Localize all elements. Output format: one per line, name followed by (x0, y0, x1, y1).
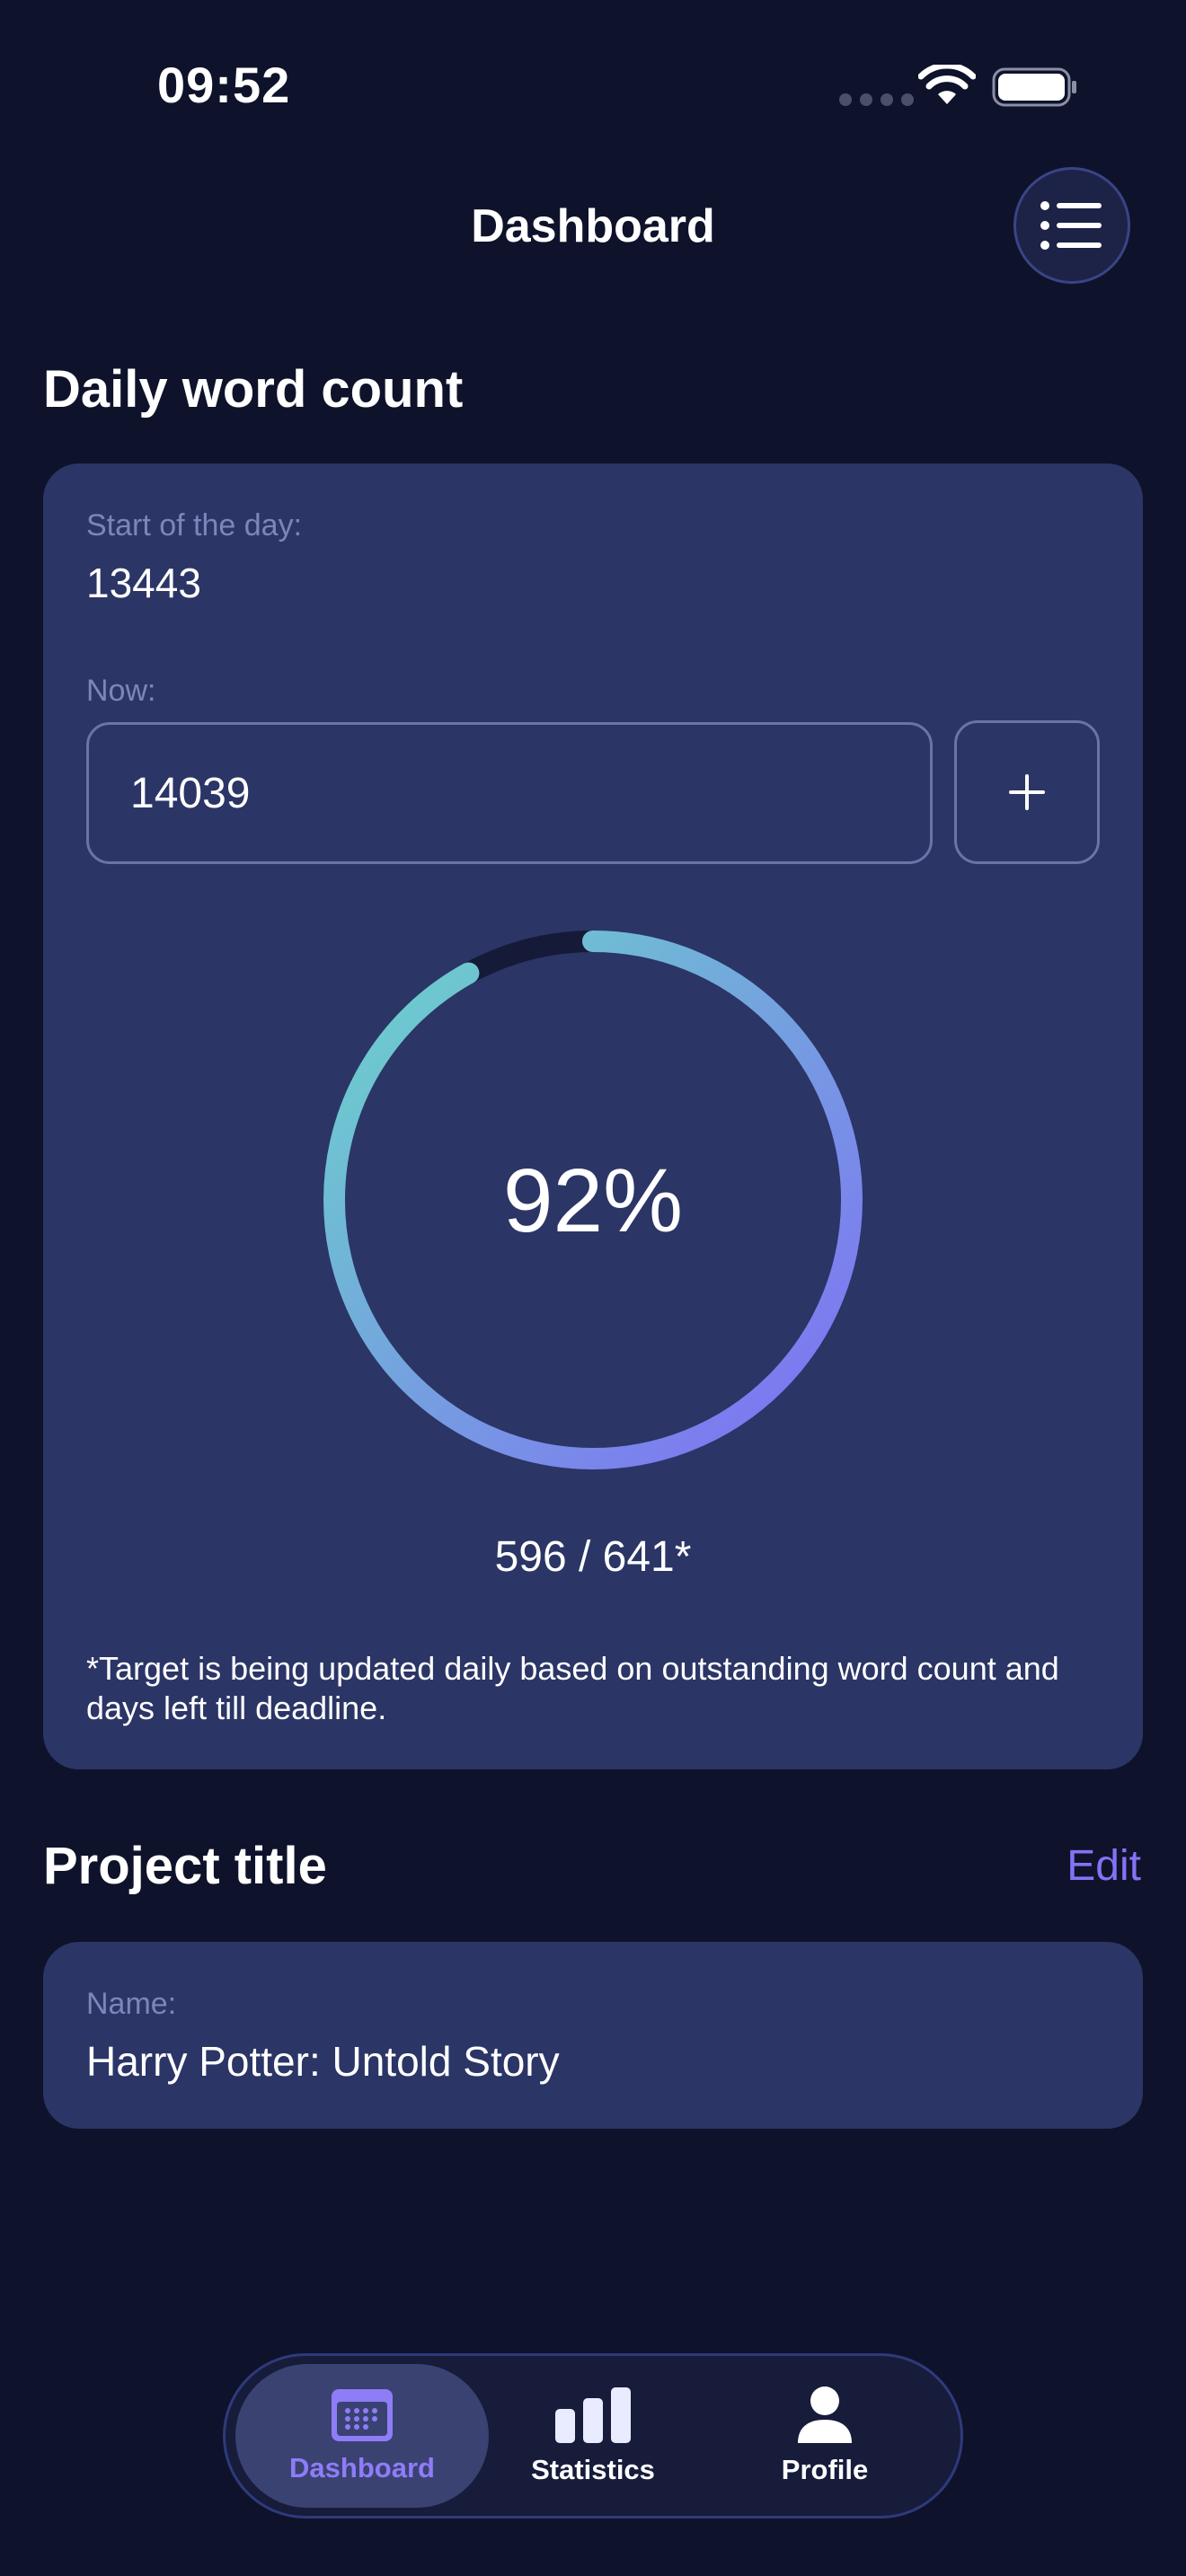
menu-button[interactable] (1013, 167, 1130, 284)
project-name-value: Harry Potter: Untold Story (86, 2038, 560, 2085)
now-word-count-input[interactable]: 14039 (86, 722, 933, 864)
project-name-label: Name: (86, 1987, 177, 2021)
cellular-signal-icon (839, 93, 914, 106)
now-word-count-value: 14039 (130, 769, 251, 817)
bar-chart-icon (555, 2387, 631, 2443)
edit-project-link[interactable]: Edit (1067, 1841, 1141, 1891)
page-title: Dashboard (471, 200, 715, 252)
progress-word-count: 596 / 641* (494, 1533, 692, 1581)
person-icon (798, 2386, 852, 2443)
battery-icon (992, 67, 1076, 107)
list-icon (1040, 201, 1102, 250)
target-note: *Target is being updated daily based on … (86, 1650, 1059, 1726)
project-card (43, 1942, 1143, 2129)
tab-profile[interactable]: Profile (735, 2364, 915, 2508)
start-of-day-value: 13443 (86, 560, 201, 606)
tab-statistics[interactable]: Statistics (503, 2364, 683, 2508)
wifi-icon (918, 65, 976, 104)
tab-profile-label: Profile (781, 2454, 869, 2485)
now-label: Now: (86, 674, 156, 708)
add-words-button[interactable] (954, 720, 1100, 864)
tab-dashboard-label: Dashboard (289, 2452, 435, 2483)
start-of-day-label: Start of the day: (86, 508, 303, 543)
progress-percent: 92% (502, 1151, 684, 1251)
calendar-icon (332, 2389, 393, 2441)
plus-icon (1009, 774, 1045, 810)
daily-word-count-heading: Daily word count (43, 360, 464, 419)
tab-dashboard[interactable]: Dashboard (235, 2364, 489, 2508)
tab-statistics-label: Statistics (531, 2454, 655, 2485)
project-title-heading: Project title (43, 1837, 327, 1895)
status-time: 09:52 (157, 57, 291, 113)
